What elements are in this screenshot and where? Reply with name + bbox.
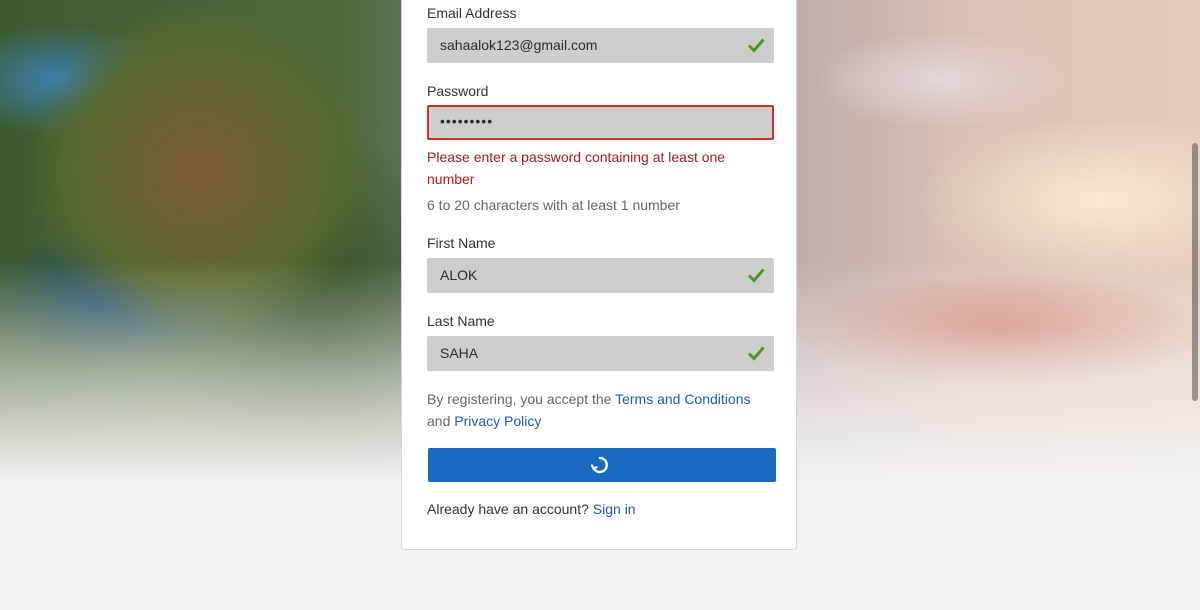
terms-middle: and (427, 413, 455, 429)
password-hint: 6 to 20 characters with at least 1 numbe… (427, 197, 680, 213)
last-name-value: SAHA (440, 345, 479, 361)
register-button[interactable] (428, 448, 776, 482)
email-field[interactable]: sahaalok123@gmail.com (427, 28, 774, 63)
checkmark-icon (747, 268, 765, 283)
privacy-policy-link[interactable]: Privacy Policy (454, 413, 541, 429)
checkmark-icon (747, 38, 765, 53)
first-name-field[interactable]: ALOK (427, 258, 774, 293)
page-scrollbar[interactable] (1192, 143, 1198, 401)
terms-prefix: By registering, you accept the (427, 391, 616, 407)
first-name-value: ALOK (440, 267, 478, 283)
signin-prompt: Already have an account? Sign in (427, 501, 636, 517)
password-error-message: Please enter a password containing at le… (427, 149, 726, 187)
first-name-label: First Name (427, 235, 496, 251)
sign-in-link[interactable]: Sign in (593, 501, 636, 517)
terms-and-conditions-link[interactable]: Terms and Conditions (615, 391, 750, 407)
terms-notice: By registering, you accept the Terms and… (427, 388, 772, 432)
password-field[interactable]: ••••••••• (427, 105, 774, 140)
signin-prefix: Already have an account? (427, 501, 593, 517)
checkmark-icon (747, 346, 765, 361)
last-name-label: Last Name (427, 313, 495, 329)
password-value: ••••••••• (440, 113, 494, 129)
password-label: Password (427, 83, 489, 99)
registration-card: Email Address sahaalok123@gmail.com Pass… (401, 0, 797, 550)
loading-spinner-icon (590, 456, 609, 474)
last-name-field[interactable]: SAHA (427, 336, 774, 371)
email-value: sahaalok123@gmail.com (440, 37, 598, 53)
email-label: Email Address (427, 5, 517, 21)
